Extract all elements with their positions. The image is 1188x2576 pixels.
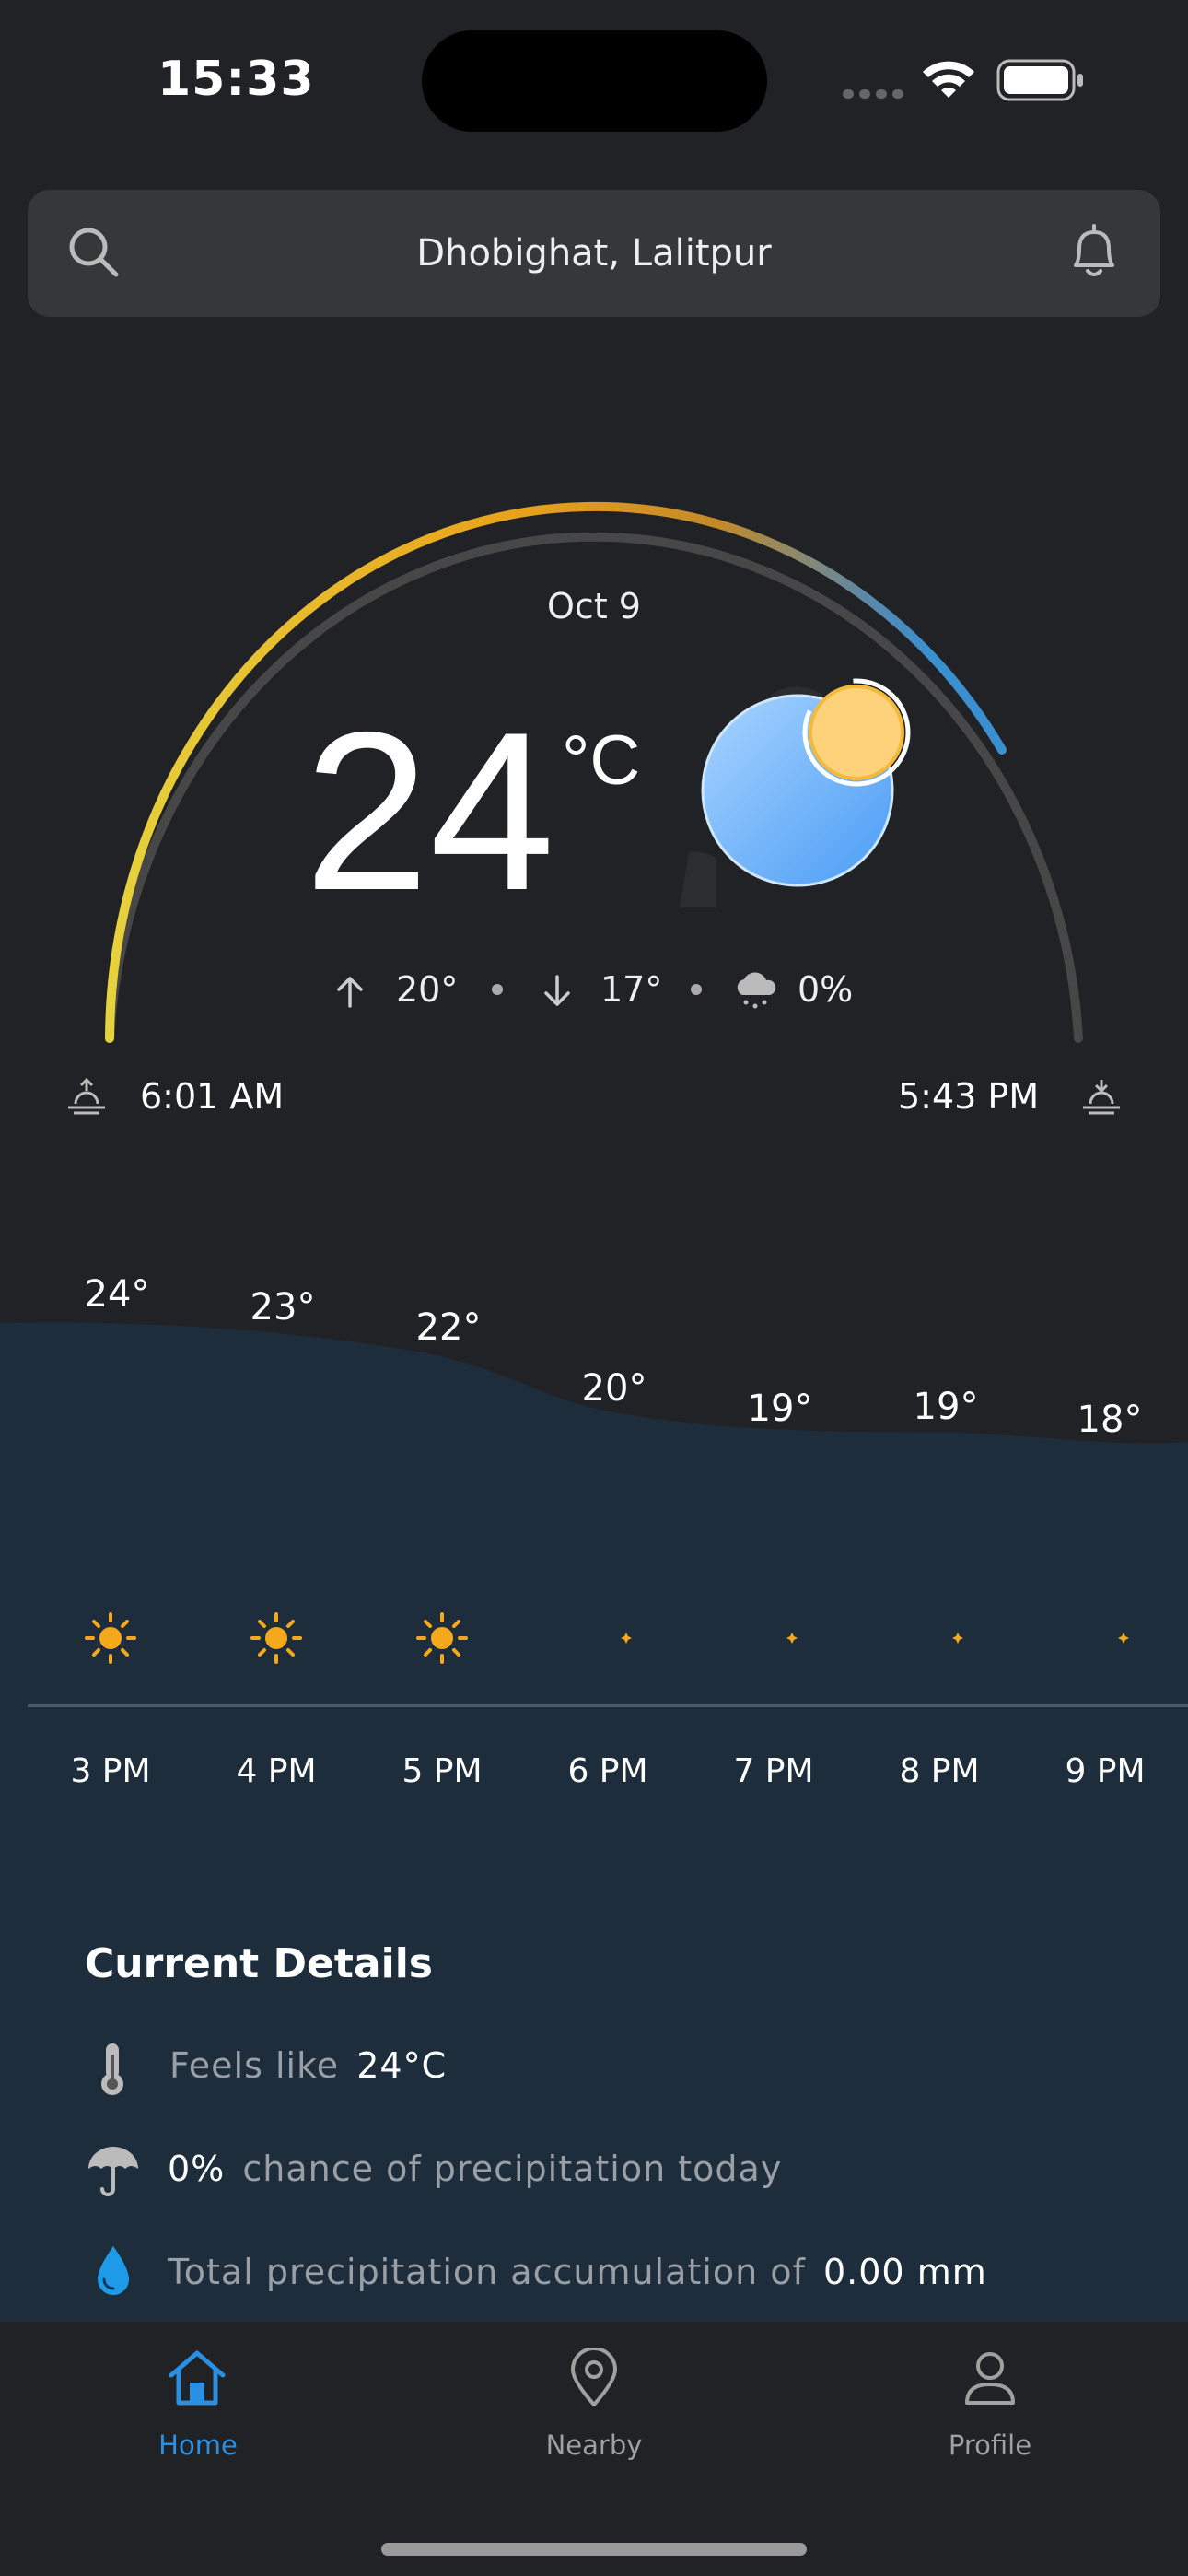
accumulation-row: Total precipitation accumulation of 0.00… (168, 2252, 987, 2292)
home-icon[interactable] (166, 2348, 228, 2408)
hourly-time[interactable]: 4 PM (203, 1752, 350, 1790)
precip-value: 0% (168, 2149, 226, 2189)
hourly-temp: 23° (250, 1286, 316, 1329)
hourly-temp: 18° (1077, 1399, 1143, 1441)
location-pin-icon[interactable] (565, 2348, 623, 2408)
sunrise-icon (68, 1077, 105, 1115)
sun-icon (85, 1612, 136, 1664)
precip-label: chance of precipitation today (242, 2149, 783, 2189)
moon-icon (1090, 1618, 1129, 1658)
temperature-unit: °C (562, 721, 641, 800)
moon-icon (925, 1618, 963, 1658)
thermometer-icon (101, 2043, 123, 2095)
precipitation-row: 0% chance of precipitation today (168, 2149, 782, 2189)
user-icon[interactable] (960, 2348, 1020, 2408)
low-temp: 17° (600, 969, 663, 1010)
tab-nearby[interactable]: Nearby (502, 2430, 686, 2461)
hourly-temp: 22° (415, 1306, 482, 1349)
moon-icon (759, 1618, 798, 1658)
moon-icon (593, 1618, 632, 1658)
location-label[interactable]: Dhobighat, Lalitpur (28, 190, 1160, 317)
hourly-temp: 19° (747, 1388, 813, 1430)
hourly-time[interactable]: 5 PM (368, 1752, 516, 1790)
dynamic-island (422, 30, 767, 132)
arrow-up-icon (337, 977, 363, 1008)
sunrise-time: 6:01 AM (140, 1076, 285, 1117)
home-indicator (381, 2543, 807, 2556)
cellular-signal-icon (843, 85, 909, 102)
sun-icon (250, 1612, 302, 1664)
hourly-time[interactable]: 9 PM (1031, 1752, 1179, 1790)
hourly-temp: 24° (84, 1273, 150, 1316)
status-time: 15:33 (157, 52, 315, 107)
bell-icon[interactable] (1065, 221, 1124, 282)
hourly-temp: 19° (913, 1386, 979, 1428)
separator-dot (691, 984, 702, 995)
feels-like-row: Feels like 24°C (169, 2045, 447, 2086)
feels-like-label: Feels like (169, 2045, 340, 2086)
water-drop-icon (98, 2246, 129, 2295)
current-date: Oct 9 (547, 586, 641, 626)
details-title: Current Details (85, 1940, 433, 1987)
hourly-time[interactable]: 7 PM (700, 1752, 847, 1790)
arrow-down-icon (544, 975, 570, 1006)
accum-label: Total precipitation accumulation of (168, 2252, 806, 2292)
rain-cloud-icon (737, 972, 776, 1009)
current-temperature: 24 (304, 685, 555, 937)
sunset-time: 5:43 PM (898, 1076, 1040, 1117)
sunset-icon (1083, 1080, 1120, 1115)
high-temp: 20° (396, 969, 459, 1010)
hourly-time[interactable]: 3 PM (37, 1752, 184, 1790)
hourly-time[interactable]: 6 PM (534, 1752, 681, 1790)
hourly-time[interactable]: 8 PM (866, 1752, 1013, 1790)
battery-icon (996, 59, 1083, 101)
accum-value: 0.00 mm (823, 2252, 987, 2292)
wifi-icon (923, 61, 974, 98)
partly-sunny-icon (680, 678, 911, 907)
hourly-divider (28, 1704, 1188, 1707)
precipitation-chance: 0% (798, 969, 854, 1010)
umbrella-icon (88, 2147, 138, 2196)
tab-home[interactable]: Home (106, 2430, 290, 2461)
hourly-temp: 20° (581, 1367, 647, 1410)
sun-icon (416, 1612, 468, 1664)
feels-like-value: 24°C (356, 2045, 448, 2086)
separator-dot (492, 984, 503, 995)
tab-profile[interactable]: Profile (898, 2430, 1082, 2461)
